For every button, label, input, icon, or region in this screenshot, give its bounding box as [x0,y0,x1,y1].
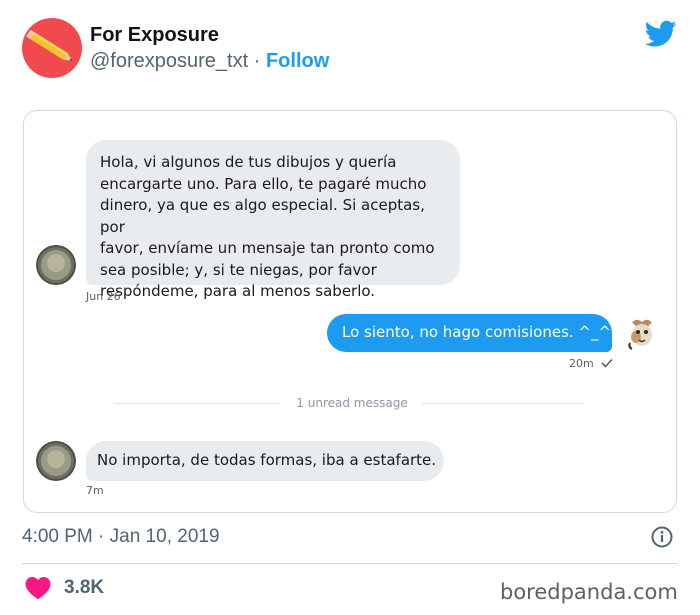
author-avatar[interactable] [22,18,82,78]
footer-divider [22,563,678,564]
message-line: Hola, vi algunos de tus dibujos y quería [100,153,397,171]
message-line: encargarte uno. Para ello, te pagaré muc… [100,174,427,193]
message-line: sea posible; y, si te niegas, por favor [100,260,377,279]
sender-avatar [36,441,76,481]
divider-line [422,403,584,404]
sender-avatar [36,245,76,285]
incoming-message-bubble[interactable]: Hola, vi algunos de tus dibujos y quería… [86,140,460,300]
sent-status: 20m [569,357,613,370]
check-icon [601,358,613,368]
goat-avatar-icon [622,313,662,353]
outgoing-message-bubble[interactable]: Lo siento, no hago comisiones. ^_^ [327,314,612,352]
unread-divider: 1 unread message [296,396,408,410]
like-count[interactable]: 3.8K [64,577,104,599]
heart-icon[interactable] [25,576,51,600]
pencil-icon [26,29,73,61]
message-timestamp: Jun 26 [86,290,121,303]
message-line: dinero, ya que es algo especial. Si acep… [100,196,425,236]
handle-separator: · [253,50,261,72]
person-avatar-icon [36,441,76,481]
info-icon[interactable] [650,525,674,549]
author-display-name[interactable]: For Exposure [90,24,219,47]
twitter-bird-icon[interactable] [645,20,677,48]
person-avatar-icon [36,245,76,285]
message-timestamp: 7m [86,484,104,497]
incoming-message-bubble[interactable]: No importa, de todas formas, iba a estaf… [86,441,444,481]
author-handle-row: @forexposure_txt · Follow [90,50,329,73]
divider-line [114,403,279,404]
follow-button[interactable]: Follow [266,50,329,72]
message-line: respóndeme, para al menos saberlo. [100,282,376,300]
own-avatar [622,313,662,353]
author-handle[interactable]: @forexposure_txt [90,50,248,72]
tweet-timestamp[interactable]: 4:00 PM · Jan 10, 2019 [22,526,220,548]
tweet-card: For Exposure @forexposure_txt · Follow H… [0,0,700,615]
dm-screenshot: Hola, vi algunos de tus dibujos y quería… [23,110,677,513]
message-timestamp: 20m [569,357,594,370]
message-line: favor, envíame un mensaje tan pronto com… [100,239,435,257]
watermark: boredpanda.com [500,580,678,604]
